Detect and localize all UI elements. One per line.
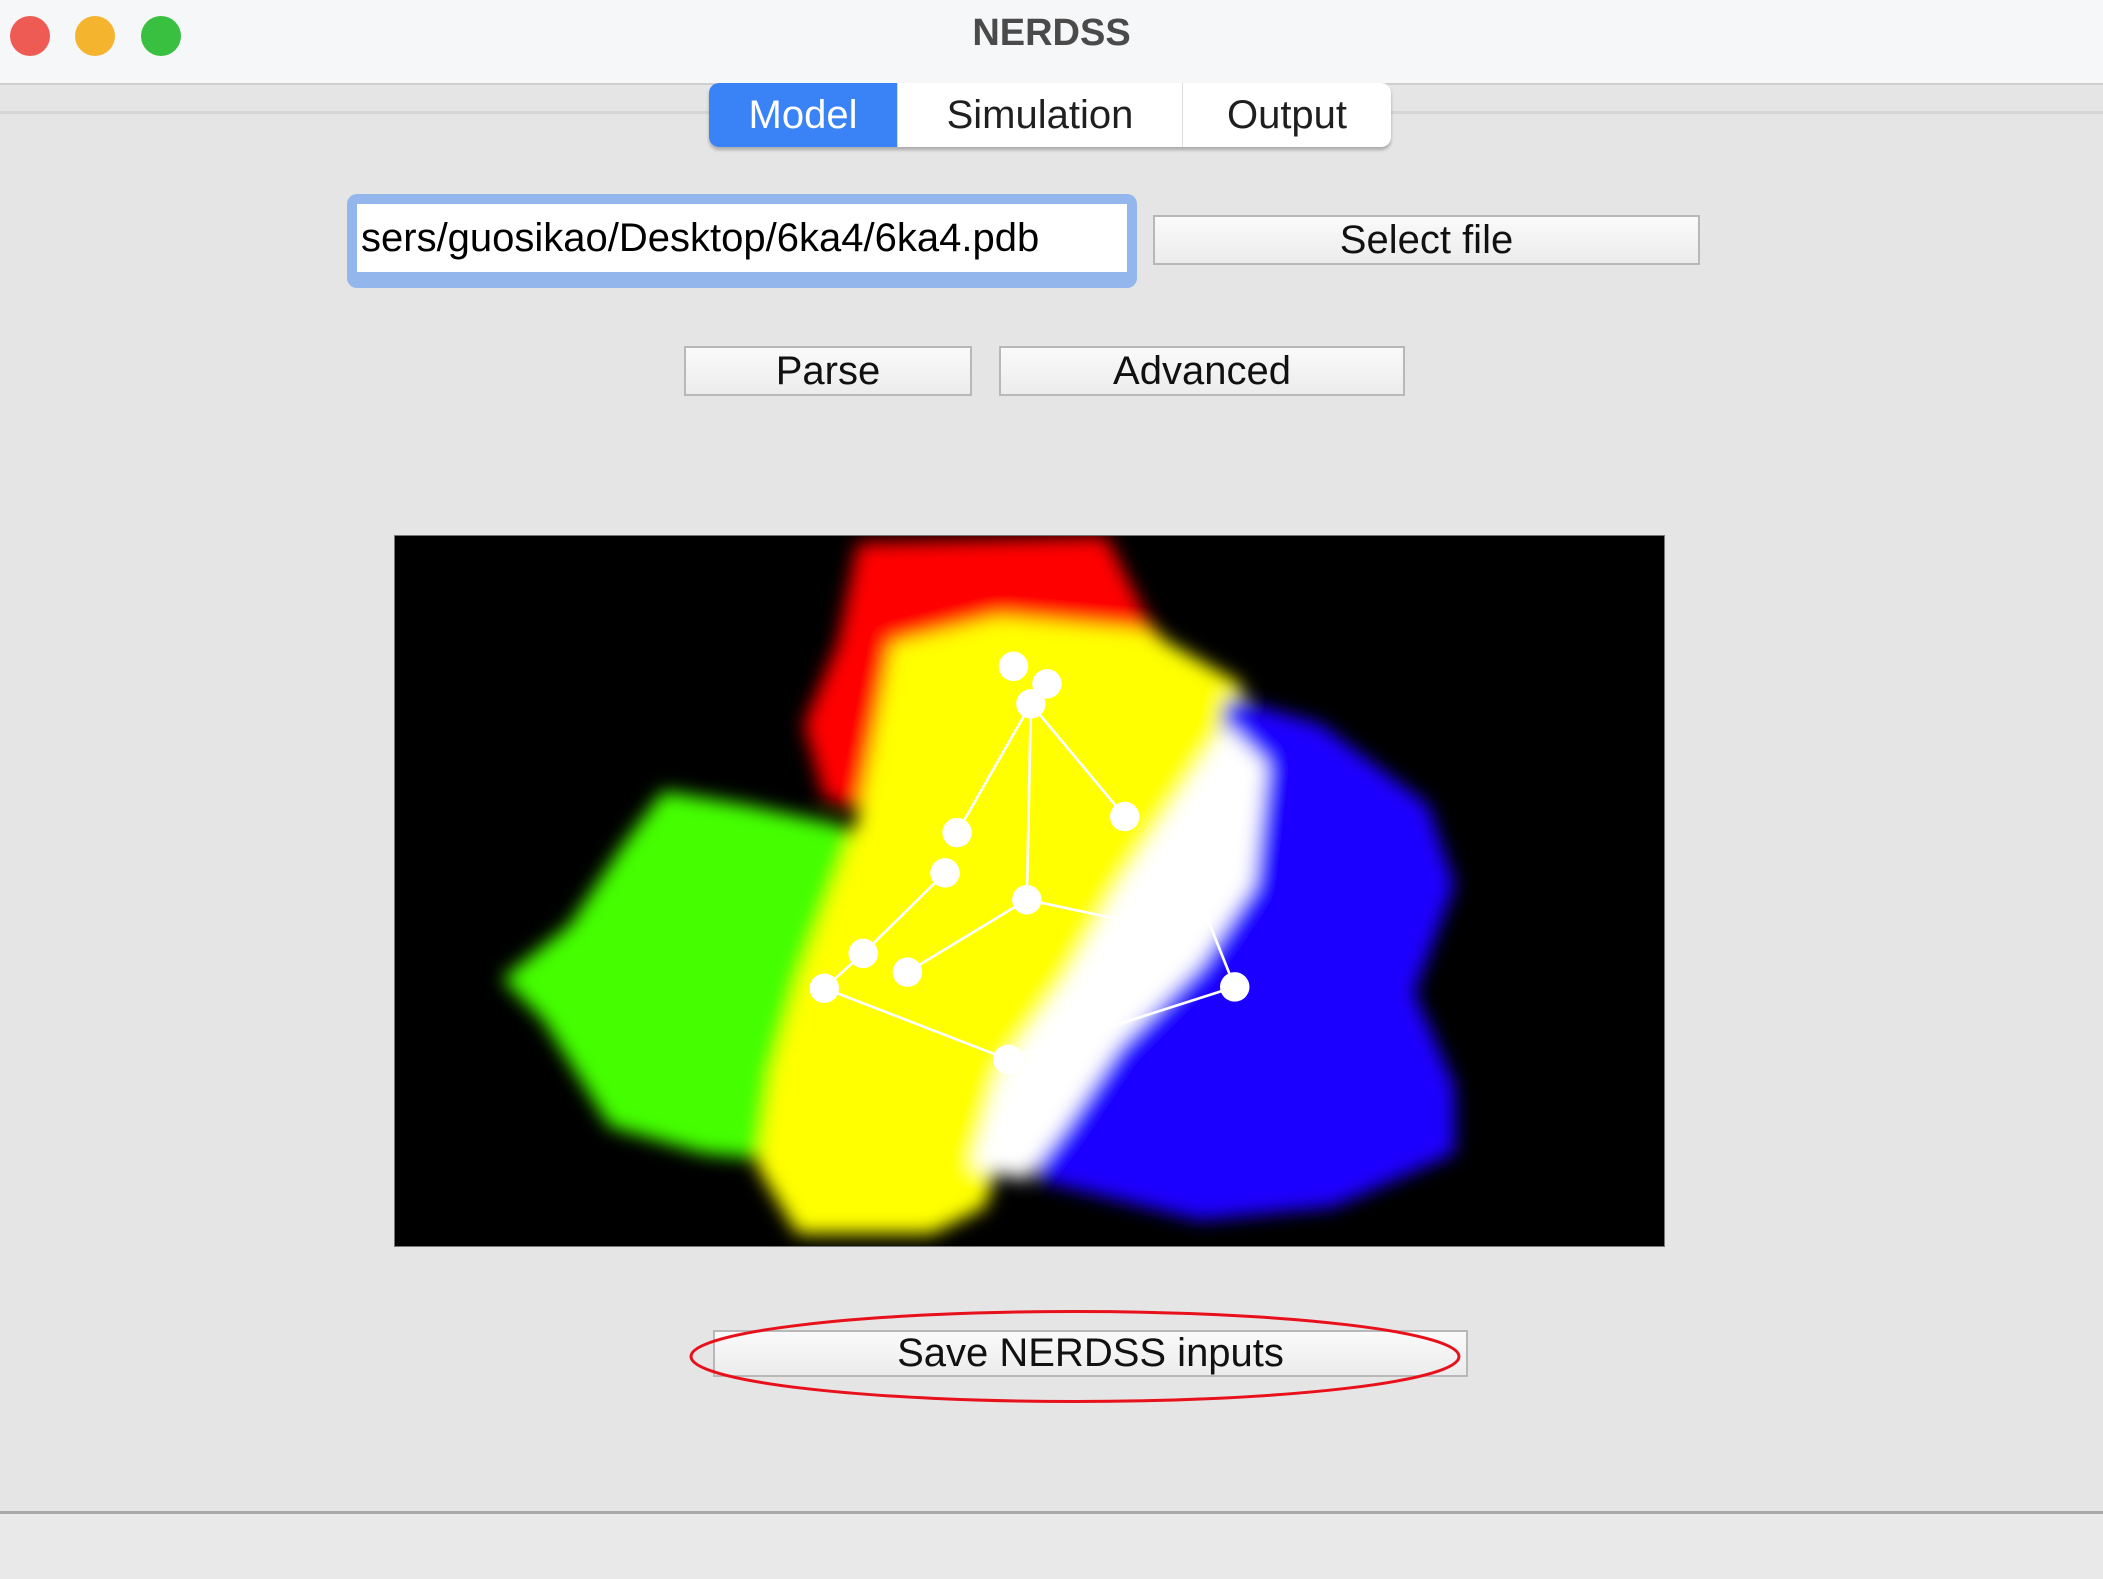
tab-output[interactable]: Output — [1183, 83, 1391, 147]
molecule-canvas — [502, 536, 1455, 1234]
save-nerdss-inputs-button[interactable]: Save NERDSS inputs — [713, 1330, 1468, 1377]
select-file-button[interactable]: Select file — [1153, 215, 1700, 265]
status-bar — [0, 1511, 2103, 1579]
file-path-focus-ring — [347, 194, 1137, 288]
tab-model[interactable]: Model — [709, 83, 898, 147]
tab-bar: Model Simulation Output — [709, 83, 1391, 147]
file-path-input[interactable] — [357, 204, 1127, 272]
molecule-visualization[interactable] — [394, 535, 1665, 1247]
tab-simulation[interactable]: Simulation — [898, 83, 1183, 147]
title-bar: NERDSS — [0, 0, 2103, 85]
window-title: NERDSS — [972, 12, 1131, 54]
parse-button[interactable]: Parse — [684, 346, 972, 396]
advanced-button[interactable]: Advanced — [999, 346, 1405, 396]
